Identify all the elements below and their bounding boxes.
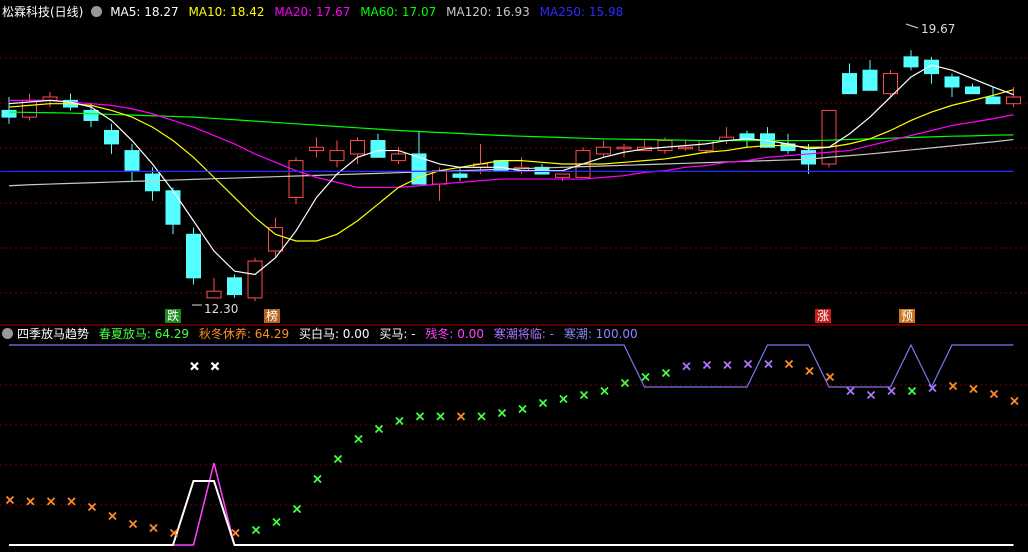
candle-body (801, 150, 816, 165)
candle-body (186, 233, 201, 279)
candle-body (124, 150, 140, 172)
candle-body (1, 109, 17, 118)
main-header: 松霖科技(日线) MA5: 18.27 MA10: 18.42 MA20: 17… (0, 3, 629, 21)
candle-body (862, 69, 878, 91)
ma5-line (8, 64, 1014, 276)
ma10-value: MA10: 18.42 (188, 5, 265, 19)
candle-body (965, 86, 980, 95)
signal-tag-list: 榜 (264, 309, 281, 323)
indicator-settings-icon[interactable] (2, 328, 13, 339)
candle-body (247, 260, 263, 299)
candle-body (206, 290, 222, 299)
ma20-value: MA20: 17.67 (274, 5, 351, 19)
indicator-item: 寒潮将临: - (493, 327, 554, 341)
candle-body (391, 153, 406, 162)
indicator-series (5, 343, 1019, 546)
ma5-value: MA5: 18.27 (110, 5, 179, 19)
candle-body (83, 109, 99, 121)
candle-body (842, 73, 857, 95)
indicator-title: 四季放马趋势 (17, 327, 90, 341)
signal-tag-fall: 跌 (165, 309, 182, 323)
buy-white-horse-line (9, 480, 1014, 546)
indicator-item: 寒潮: 100.00 (563, 327, 638, 341)
candle-body (596, 146, 611, 155)
candle-body (370, 140, 386, 158)
candle-body (821, 109, 837, 165)
ma120-value: MA120: 16.93 (446, 5, 530, 19)
settings-icon[interactable] (91, 6, 103, 17)
high-annotation: 19.67 (905, 22, 955, 36)
candle-body (883, 73, 898, 95)
indicator-item: 春夏放马: 64.29 (98, 327, 190, 341)
candle-body (165, 190, 181, 225)
signal-tag-pre: 预 (899, 309, 916, 323)
residual-winter-line (9, 462, 1014, 546)
high-label: 19.67 (921, 22, 955, 36)
indicator-item: 买马: - (379, 327, 416, 341)
candle-body (555, 173, 570, 178)
candlestick-series (1, 50, 1021, 302)
candle-body (329, 150, 345, 162)
candle-body (657, 140, 673, 152)
ma10-line (8, 89, 1014, 242)
candle-body (350, 140, 365, 155)
stock-title: 松霖科技(日线) (2, 5, 84, 19)
chart-canvas: 19.67 12.30 (0, 22, 1028, 546)
cold-wave-line (9, 343, 1014, 389)
ma250-value: MA250: 15.98 (539, 5, 624, 19)
ma60-value: MA60: 17.07 (360, 5, 437, 19)
indicator-item: 买白马: 0.00 (298, 327, 370, 341)
indicator-item: 秋冬休养: 64.29 (198, 327, 290, 341)
candle-body (616, 146, 632, 150)
low-annotation: 12.30 (192, 302, 238, 316)
candle-body (104, 129, 119, 145)
indicator-item: 残冬: 0.00 (425, 327, 484, 341)
candle-body (288, 160, 304, 198)
low-label: 12.30 (204, 302, 238, 316)
candle-body (944, 76, 960, 88)
candle-body (903, 56, 919, 68)
candle-body (145, 173, 160, 192)
signal-tag-rise: 涨 (815, 309, 832, 323)
grid-lines (0, 57, 1028, 506)
candle-body (452, 173, 468, 178)
candle-body (678, 146, 693, 150)
candle-body (227, 277, 242, 296)
candle-body (309, 146, 324, 152)
candle-body (985, 96, 1001, 105)
candle-body (698, 140, 714, 152)
indicator-header: 四季放马趋势 春夏放马: 64.29 秋冬休养: 64.29 买白马: 0.00… (0, 325, 644, 343)
candle-body (268, 227, 283, 252)
candle-body (1006, 96, 1021, 105)
